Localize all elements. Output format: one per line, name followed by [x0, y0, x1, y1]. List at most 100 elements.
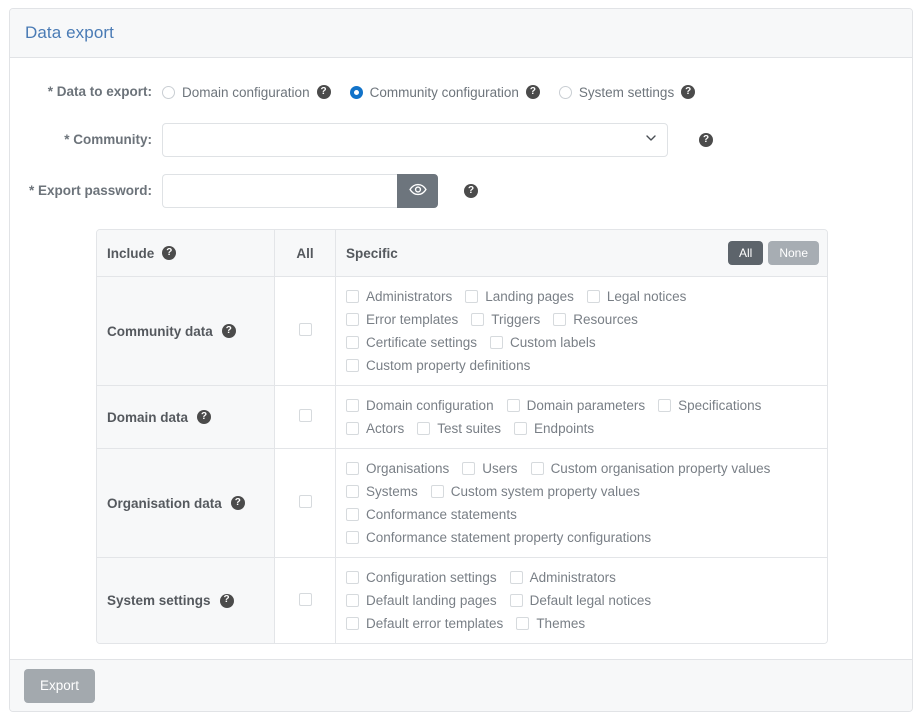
checkbox-option[interactable]: Domain parameters	[506, 394, 645, 417]
checkbox-option[interactable]: Default legal notices	[509, 589, 652, 612]
checkbox-option[interactable]: Administrators	[346, 285, 452, 308]
checkbox-option[interactable]: Default error templates	[346, 612, 503, 635]
checkbox[interactable]	[346, 617, 359, 630]
include-table-head: Include ? All Specific All None	[97, 230, 827, 277]
checkbox-option[interactable]: Custom labels	[490, 331, 596, 354]
help-icon[interactable]: ?	[197, 410, 212, 424]
checkbox[interactable]	[417, 422, 431, 435]
checkbox[interactable]	[346, 422, 359, 435]
checkbox[interactable]	[514, 422, 528, 435]
row-label-domain-data: Domain data ?	[97, 386, 275, 449]
checkbox-option[interactable]: Organisations	[346, 457, 449, 480]
help-icon[interactable]: ?	[681, 85, 696, 99]
checkbox[interactable]	[586, 290, 600, 303]
radio-mark[interactable]	[349, 85, 363, 99]
checkbox[interactable]	[471, 313, 485, 326]
checkbox[interactable]	[346, 508, 359, 521]
checkbox-option[interactable]: Custom property definitions	[346, 354, 530, 377]
row-all-checkbox[interactable]	[298, 409, 312, 422]
checkbox-option[interactable]: Test suites	[417, 417, 501, 440]
select-none-button[interactable]: None	[768, 241, 819, 265]
checkbox[interactable]	[658, 399, 672, 412]
radio-option-community-configuration[interactable]: Community configuration ?	[349, 84, 540, 100]
help-icon[interactable]: ?	[525, 85, 540, 99]
checkbox[interactable]	[462, 462, 476, 475]
radio-option-system-settings[interactable]: System settings ?	[558, 85, 696, 100]
checkbox-option[interactable]: Administrators	[509, 566, 616, 589]
checkbox-option[interactable]: Resources	[553, 308, 638, 331]
checkbox[interactable]	[346, 359, 359, 372]
export-password-input[interactable]	[162, 174, 397, 208]
checkbox-label: Domain configuration	[366, 398, 494, 413]
help-icon[interactable]: ?	[464, 184, 478, 198]
community-select[interactable]	[162, 123, 668, 157]
checkbox-option[interactable]: Conformance statement property configura…	[346, 526, 651, 549]
checkbox[interactable]	[346, 462, 359, 475]
checkbox-option[interactable]: Landing pages	[465, 285, 574, 308]
checkbox-line: Certificate settings Custom labels	[346, 331, 819, 354]
checkbox-label: Default legal notices	[529, 593, 652, 608]
radio-label: Community configuration	[369, 84, 519, 100]
checkbox-option[interactable]: Domain configuration	[346, 394, 494, 417]
row-label-text: Organisation data	[107, 495, 222, 511]
help-icon[interactable]: ?	[219, 593, 234, 608]
checkbox[interactable]	[465, 290, 479, 303]
checkbox[interactable]	[346, 336, 359, 349]
help-icon[interactable]: ?	[316, 85, 331, 99]
checkbox-option[interactable]: Default landing pages	[346, 589, 497, 612]
checkbox-option[interactable]: Systems	[346, 480, 418, 503]
include-table: Include ? All Specific All None Communit…	[96, 229, 828, 644]
checkbox-option[interactable]: Users	[462, 457, 518, 480]
checkbox[interactable]	[346, 313, 359, 326]
row-all-checkbox[interactable]	[298, 592, 312, 606]
panel-footer: Export	[10, 659, 912, 711]
checkbox-option[interactable]: Custom organisation property values	[530, 457, 770, 480]
select-all-button[interactable]: All	[727, 241, 764, 265]
checkbox-option[interactable]: Certificate settings	[346, 331, 477, 354]
row-all-checkbox[interactable]	[298, 495, 312, 508]
checkbox-label: Conformance statement property configura…	[366, 530, 652, 545]
radio-mark[interactable]	[162, 85, 175, 99]
checkbox[interactable]	[346, 571, 359, 584]
checkbox-option[interactable]: Conformance statements	[346, 503, 517, 526]
checkbox-label: Custom labels	[510, 335, 596, 350]
help-icon[interactable]: ?	[221, 324, 236, 338]
checkbox[interactable]	[346, 485, 359, 498]
checkbox-option[interactable]: Themes	[516, 612, 585, 635]
radio-option-domain-configuration[interactable]: Domain configuration ?	[162, 85, 331, 100]
help-icon[interactable]: ?	[230, 496, 245, 510]
row-specific-cell: Configuration settings Administrators De…	[336, 558, 827, 643]
help-icon[interactable]: ?	[162, 246, 177, 260]
checkbox[interactable]	[509, 571, 523, 584]
checkbox[interactable]	[509, 594, 523, 607]
export-button[interactable]: Export	[24, 668, 96, 703]
include-table-body: Community data ? Administrators Landing …	[97, 277, 827, 643]
checkbox[interactable]	[506, 399, 520, 412]
row-all-checkbox[interactable]	[298, 323, 312, 336]
checkbox[interactable]	[346, 594, 359, 607]
toggle-password-visibility-button[interactable]	[397, 174, 438, 208]
checkbox-option[interactable]: Actors	[346, 417, 404, 440]
checkbox-option[interactable]: Legal notices	[586, 285, 686, 308]
row-all-checkbox-cell	[275, 386, 336, 449]
checkbox-option[interactable]: Triggers	[471, 308, 540, 331]
checkbox[interactable]	[530, 462, 544, 475]
checkbox-option[interactable]: Error templates	[346, 308, 458, 331]
checkbox[interactable]	[346, 290, 359, 303]
checkbox[interactable]	[553, 313, 567, 326]
checkbox[interactable]	[516, 617, 530, 630]
checkbox-line: Configuration settings Administrators	[346, 566, 819, 589]
checkbox-option[interactable]: Custom system property values	[430, 480, 640, 503]
checkbox[interactable]	[346, 399, 359, 412]
table-row: Organisation data ? Organisations Users	[97, 449, 827, 558]
include-table-wrapper: Include ? All Specific All None Communit…	[96, 229, 912, 644]
checkbox-option[interactable]: Endpoints	[514, 417, 594, 440]
checkbox-line: Organisations Users Custom organisation …	[346, 457, 819, 480]
checkbox[interactable]	[346, 531, 359, 544]
checkbox-option[interactable]: Configuration settings	[346, 566, 497, 589]
help-icon[interactable]: ?	[699, 133, 713, 147]
checkbox[interactable]	[430, 485, 444, 498]
checkbox-option[interactable]: Specifications	[658, 394, 761, 417]
checkbox[interactable]	[490, 336, 504, 349]
radio-mark[interactable]	[558, 85, 572, 99]
